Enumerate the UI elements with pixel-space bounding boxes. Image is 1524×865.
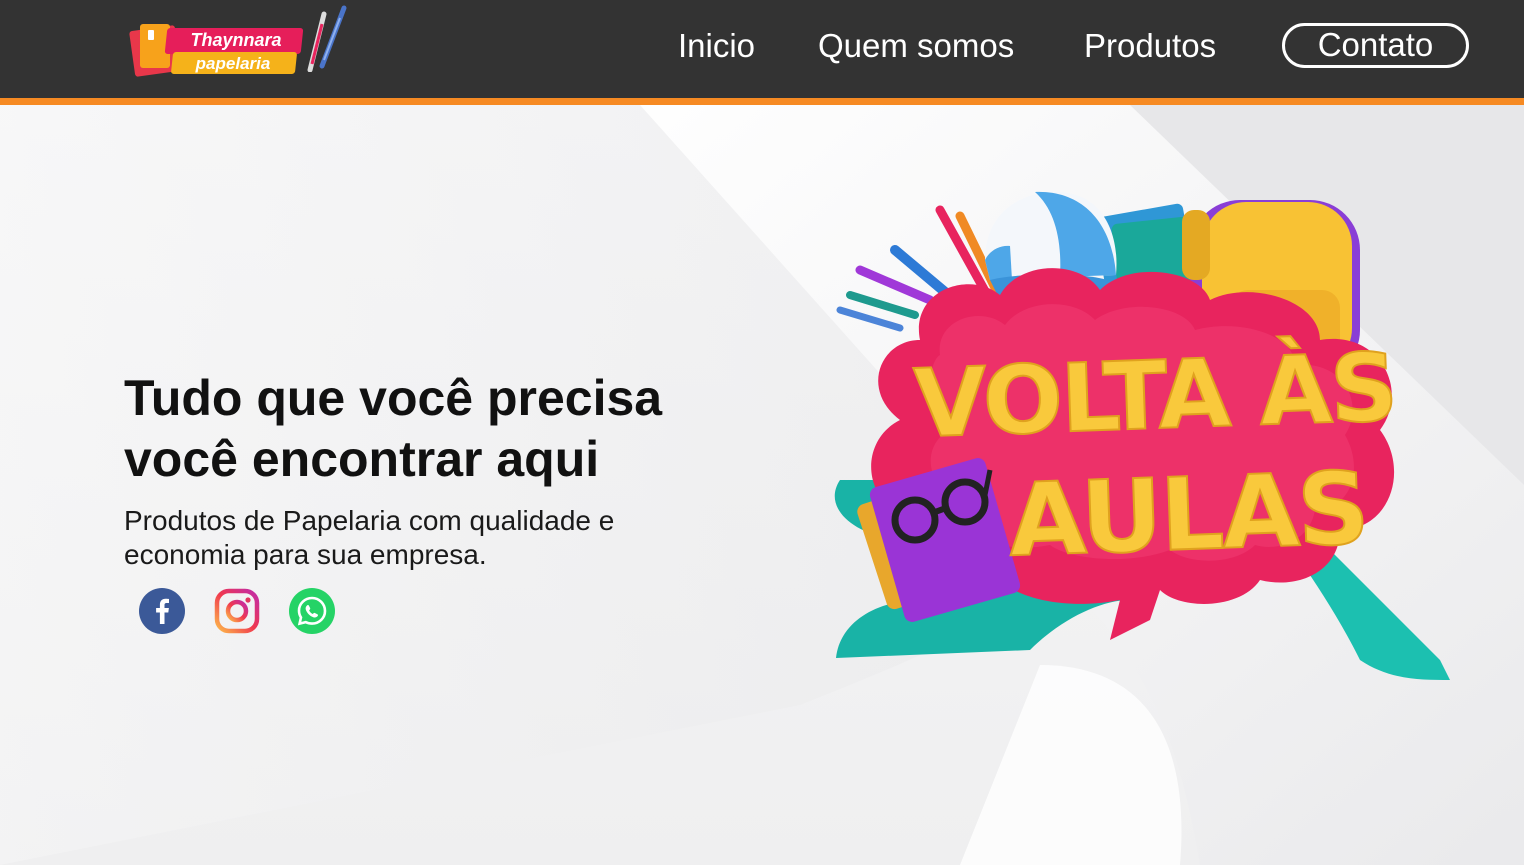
hero-subtitle: Produtos de Papelaria com qualidade e ec… [124, 504, 684, 572]
contact-button[interactable]: Contato [1282, 23, 1469, 68]
hero-subtitle-line2: economia para sua empresa. [124, 539, 487, 570]
hero-title: Tudo que você precisa você encontrar aqu… [124, 368, 764, 490]
logo-pencils-icon [307, 5, 347, 72]
nav-link-inicio[interactable]: Inicio [678, 24, 755, 68]
hero-title-line1: Tudo que você precisa [124, 370, 663, 426]
brand-logo[interactable]: Thaynnara papelaria [128, 4, 353, 82]
nav-link-produtos[interactable]: Produtos [1084, 24, 1216, 68]
banner-text-line1: VOLTA ÀS [912, 332, 1398, 460]
nav-link-quem-somos[interactable]: Quem somos [818, 24, 1014, 68]
whatsapp-icon[interactable] [289, 588, 335, 634]
back-to-school-banner: VOLTA ÀS AULAS [800, 180, 1460, 690]
header-accent-stripe [0, 98, 1524, 105]
logo-text-line1: Thaynnara [190, 30, 282, 50]
site-header: Thaynnara papelaria Inicio Quem somos Pr… [0, 0, 1524, 98]
facebook-icon[interactable] [139, 588, 185, 634]
logo-text-line2: papelaria [195, 54, 271, 73]
instagram-icon[interactable] [214, 588, 260, 634]
hero-subtitle-line1: Produtos de Papelaria com qualidade e [124, 505, 615, 536]
banner-text-line2: AULAS [1007, 450, 1370, 579]
hero-title-line2: você encontrar aqui [124, 431, 600, 487]
